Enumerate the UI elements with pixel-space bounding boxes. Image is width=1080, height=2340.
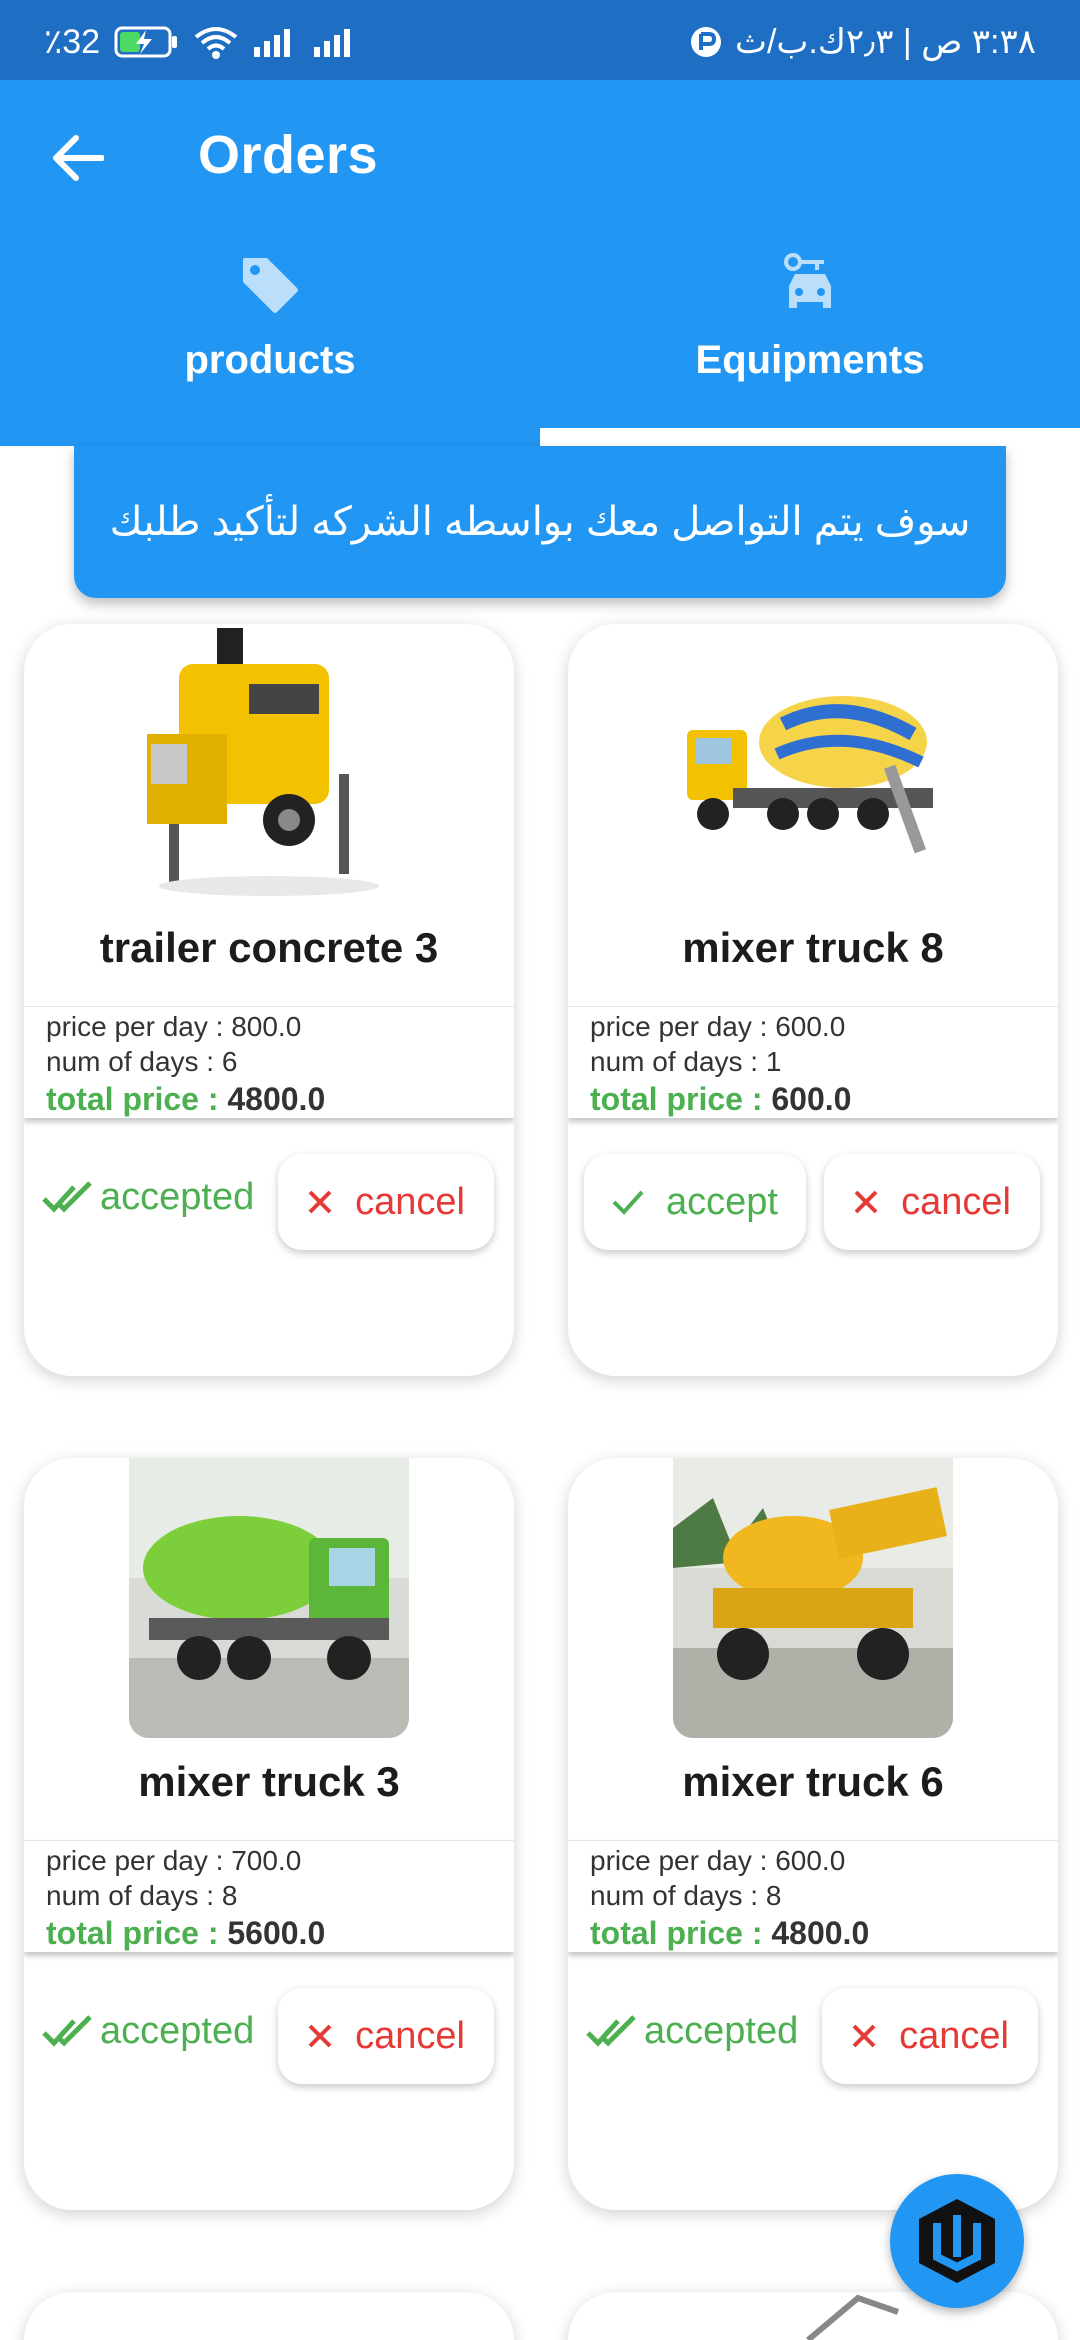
cancel-button[interactable]: cancel <box>824 1154 1040 1250</box>
signal-icon-1 <box>252 27 298 57</box>
num-days: num of days : 1 <box>590 1046 782 1077</box>
equipment-image <box>129 1458 409 1738</box>
tab-equipments-label: Equipments <box>695 338 925 382</box>
equipment-image <box>806 2294 899 2340</box>
order-actions: accept cancel <box>568 1154 1058 1254</box>
price-info: price per day : 700.0 num of days : 8 to… <box>24 1840 514 1952</box>
price-info: price per day : 800.0 num of days : 6 to… <box>24 1006 514 1118</box>
num-days: num of days : 6 <box>46 1046 238 1077</box>
cancel-button[interactable]: cancel <box>278 1988 494 2084</box>
equipment-image <box>673 1458 953 1738</box>
back-button[interactable] <box>46 126 110 190</box>
num-days: num of days : 8 <box>46 1880 238 1911</box>
battery-charging-icon <box>114 26 180 58</box>
floating-logo-button[interactable] <box>890 2174 1024 2308</box>
price-per-day: price per day : 600.0 <box>590 1845 846 1876</box>
order-actions: accepted cancel <box>568 1988 1058 2088</box>
accepted-status: accepted <box>42 2010 254 2053</box>
status-right: ٣:٣٨ ص | ٢٫٣ك.ب/ث <box>689 22 1036 62</box>
check-icon <box>612 1190 644 1215</box>
tab-products-label: products <box>184 338 356 382</box>
cancel-button[interactable]: cancel <box>822 1988 1038 2084</box>
double-check-icon <box>42 2014 92 2047</box>
total-price: total price : 4800.0 <box>590 1915 870 1951</box>
accepted-status: accepted <box>586 2010 798 2053</box>
order-card-partial <box>24 2292 514 2340</box>
equipment-name: mixer truck 6 <box>682 1758 944 1805</box>
price-per-day: price per day : 600.0 <box>590 1011 846 1042</box>
order-actions: accepted cancel <box>24 1988 514 2088</box>
status-bar: ٪32 ٣:٣٨ ص | ٢٫٣ك.ب/ث <box>0 0 1080 80</box>
status-left: ٪32 <box>44 22 358 62</box>
price-info: price per day : 600.0 num of days : 1 to… <box>568 1006 1058 1118</box>
accepted-status: accepted <box>42 1176 254 1219</box>
price-per-day: price per day : 800.0 <box>46 1011 302 1042</box>
price-info: price per day : 600.0 num of days : 8 to… <box>568 1840 1058 1952</box>
close-icon <box>308 1190 332 1214</box>
car-key-icon <box>775 250 845 320</box>
order-card: mixer truck 6 price per day : 600.0 num … <box>568 1458 1058 2210</box>
equipment-name: mixer truck 3 <box>138 1758 400 1805</box>
double-check-icon <box>586 2014 636 2047</box>
close-icon <box>852 2024 876 2048</box>
double-check-icon <box>42 1180 92 1213</box>
wifi-icon <box>194 25 238 59</box>
arrow-left-icon <box>53 135 104 181</box>
cancel-button[interactable]: cancel <box>278 1154 494 1250</box>
total-price: total price : 5600.0 <box>46 1915 326 1951</box>
equipment-image <box>129 624 409 904</box>
num-days: num of days : 8 <box>590 1880 782 1911</box>
total-price: total price : 600.0 <box>590 1081 852 1117</box>
price-per-day: price per day : 700.0 <box>46 1845 302 1876</box>
close-icon <box>854 1190 878 1214</box>
tab-indicator <box>540 428 1080 446</box>
app-bar: Orders products Equipments <box>0 80 1080 446</box>
app-notification-icon <box>689 25 723 59</box>
battery-level: ٪32 <box>44 23 101 61</box>
tab-equipments[interactable]: Equipments <box>540 250 1080 446</box>
close-icon <box>308 2024 332 2048</box>
confirmation-banner: سوف يتم التواصل معك بواسطه الشركه لتأكيد… <box>74 446 1006 598</box>
order-actions: accepted cancel <box>24 1154 514 1254</box>
signal-icon-2 <box>312 27 358 57</box>
accept-button[interactable]: accept <box>584 1154 806 1250</box>
order-card: trailer concrete 3 price per day : 800.0… <box>24 624 514 1376</box>
equipment-name: mixer truck 8 <box>682 924 944 971</box>
banner-text: سوف يتم التواصل معك بواسطه الشركه لتأكيد… <box>109 500 971 544</box>
tag-icon <box>235 250 305 320</box>
logo-icon <box>919 2199 995 2283</box>
tab-products[interactable]: products <box>0 250 540 446</box>
order-card: mixer truck 3 price per day : 700.0 num … <box>24 1458 514 2210</box>
status-time: ٣:٣٨ ص | ٢٫٣ك.ب/ث <box>734 23 1036 61</box>
order-card: mixer truck 8 price per day : 600.0 num … <box>568 624 1058 1376</box>
total-price: total price : 4800.0 <box>46 1081 326 1117</box>
page-title: Orders <box>198 125 379 185</box>
equipment-name: trailer concrete 3 <box>99 924 439 971</box>
equipment-image <box>673 624 953 904</box>
